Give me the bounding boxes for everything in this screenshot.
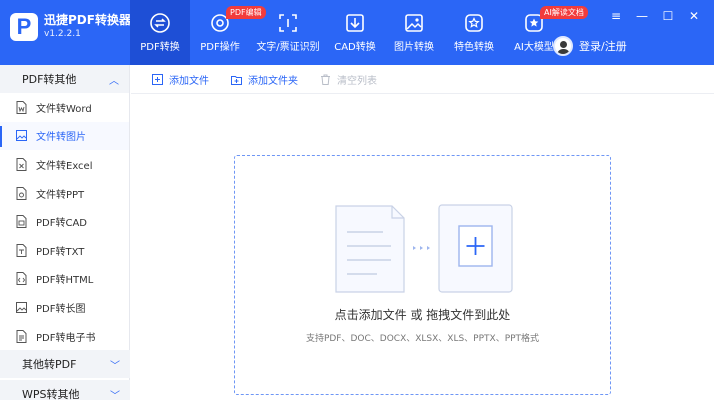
star-icon: [465, 14, 483, 32]
cad-icon: [346, 14, 364, 32]
image-icon: [405, 14, 423, 32]
add-folder-button[interactable]: 添加文件夹: [231, 72, 298, 87]
sidebar-item-label: 文件转Word: [36, 103, 92, 115]
app-version: v1.2.2.1: [44, 29, 81, 39]
sidebar-item-to-ppt[interactable]: 文件转PPT: [0, 179, 129, 208]
tab-label: AI大模型: [514, 42, 554, 53]
drop-zone-title: 点击添加文件 或 拖拽文件到此处: [334, 308, 511, 322]
cad-file-icon: [16, 215, 27, 229]
ppt-file-icon: [16, 186, 27, 200]
add-file-icon: [152, 73, 163, 85]
group-label: WPS转其他: [22, 388, 80, 400]
drop-illustration: [335, 204, 513, 293]
add-file-button[interactable]: 添加文件: [152, 72, 209, 87]
chevron-up-icon: ︿: [109, 75, 119, 87]
window-controls: ≡ — ☐ ✕: [600, 9, 704, 23]
sidebar-item-label: 文件转图片: [36, 132, 86, 144]
sidebar-item-to-word[interactable]: 文件转Word: [0, 93, 129, 122]
sidebar-item-label: PDF转CAD: [36, 218, 88, 230]
sidebar: PDF转其他 ︿ 文件转Word 文件转图片 文件转Excel 文件转PPT P…: [0, 65, 130, 400]
html-file-icon: [16, 272, 27, 286]
word-file-icon: [16, 100, 27, 114]
tab-label: PDF转换: [140, 42, 180, 53]
trash-icon: [321, 74, 330, 85]
document-illustration-icon: [335, 205, 405, 293]
tab-image[interactable]: 图片转换: [384, 0, 444, 65]
ocr-scan-icon: [279, 14, 297, 32]
clear-list-label: 清空列表: [337, 75, 377, 87]
sidebar-item-pdf-to-cad[interactable]: PDF转CAD: [0, 207, 129, 236]
maximize-icon[interactable]: ☐: [658, 9, 678, 23]
sidebar-item-to-excel[interactable]: 文件转Excel: [0, 150, 129, 179]
toolbar: 添加文件 添加文件夹 清空列表: [131, 65, 714, 94]
arrow-dots-icon: [413, 246, 430, 250]
sidebar-item-pdf-to-ebook[interactable]: PDF转电子书: [0, 322, 129, 351]
group-label: PDF转其他: [22, 73, 77, 86]
add-box-icon: [438, 204, 513, 293]
tab-label: 文字/票证识别: [256, 42, 320, 53]
sidebar-item-label: PDF转HTML: [36, 275, 94, 287]
avatar: [553, 36, 573, 56]
top-nav: PDF转换 PDF编辑 PDF操作 文字/票证识别 CAD转换 图片转换 特色转…: [130, 0, 588, 65]
tab-featured[interactable]: 特色转换: [444, 0, 504, 65]
sidebar-item-to-image[interactable]: 文件转图片: [0, 121, 129, 151]
group-label: 其他转PDF: [22, 358, 77, 371]
title-bar: P 迅捷PDF转换器 v1.2.2.1 PDF转换 PDF编辑 PDF操作 文字…: [0, 0, 714, 65]
close-icon[interactable]: ✕: [684, 9, 704, 23]
sidebar-item-label: PDF转电子书: [36, 332, 96, 344]
ebook-file-icon: [16, 329, 27, 343]
excel-file-icon: [16, 157, 27, 171]
sidebar-item-label: PDF转TXT: [36, 246, 85, 258]
tab-pdf-operate[interactable]: PDF编辑 PDF操作: [190, 0, 266, 65]
menu-icon[interactable]: ≡: [606, 9, 626, 23]
minimize-icon[interactable]: —: [632, 9, 652, 23]
tab-ocr[interactable]: 文字/票证识别: [250, 0, 326, 65]
tab-pdf-convert[interactable]: PDF转换: [130, 0, 190, 65]
app-logo: P: [10, 13, 38, 41]
txt-file-icon: [16, 243, 27, 257]
app-name: 迅捷PDF转换器: [44, 13, 131, 27]
ai-doc-badge: AI解读文档: [540, 6, 588, 19]
tab-label: PDF操作: [200, 42, 240, 53]
sidebar-item-label: 文件转PPT: [36, 189, 85, 201]
tab-label: 特色转换: [454, 42, 494, 53]
login-label: 登录/注册: [579, 40, 627, 53]
long-image-icon: [16, 301, 27, 313]
brand: P 迅捷PDF转换器 v1.2.2.1: [10, 13, 131, 41]
clear-list-button[interactable]: 清空列表: [320, 72, 377, 87]
sidebar-item-pdf-to-txt[interactable]: PDF转TXT: [0, 236, 129, 265]
file-drop-zone[interactable]: 点击添加文件 或 拖拽文件到此处 支持PDF、DOC、DOCX、XLSX、XLS…: [234, 155, 611, 395]
sidebar-item-pdf-to-html[interactable]: PDF转HTML: [0, 265, 129, 294]
chevron-down-icon: ﹀: [110, 390, 120, 400]
sidebar-item-label: PDF转长图: [36, 303, 86, 315]
sidebar-item-label: 文件转Excel: [36, 160, 93, 172]
pdf-convert-icon: [150, 13, 170, 33]
drop-zone-formats: 支持PDF、DOC、DOCX、XLSX、XLS、PPTX、PPT格式: [305, 334, 540, 344]
add-folder-label: 添加文件夹: [248, 75, 298, 87]
sidebar-item-pdf-to-long-image[interactable]: PDF转长图: [0, 293, 129, 322]
chevron-down-icon: ﹀: [110, 360, 120, 372]
login-button[interactable]: 登录/注册: [553, 36, 627, 56]
tab-label: CAD转换: [334, 42, 376, 53]
sidebar-group-pdf-to-other[interactable]: PDF转其他 ︿: [0, 65, 129, 93]
add-folder-icon: [231, 75, 242, 85]
add-file-label: 添加文件: [169, 75, 209, 87]
sidebar-group-other-to-pdf[interactable]: 其他转PDF ﹀: [0, 350, 130, 378]
sidebar-group-wps-to-other[interactable]: WPS转其他 ﹀: [0, 380, 130, 400]
image-file-icon: [16, 130, 27, 142]
tab-label: 图片转换: [394, 42, 434, 53]
tab-cad[interactable]: CAD转换: [326, 0, 384, 65]
